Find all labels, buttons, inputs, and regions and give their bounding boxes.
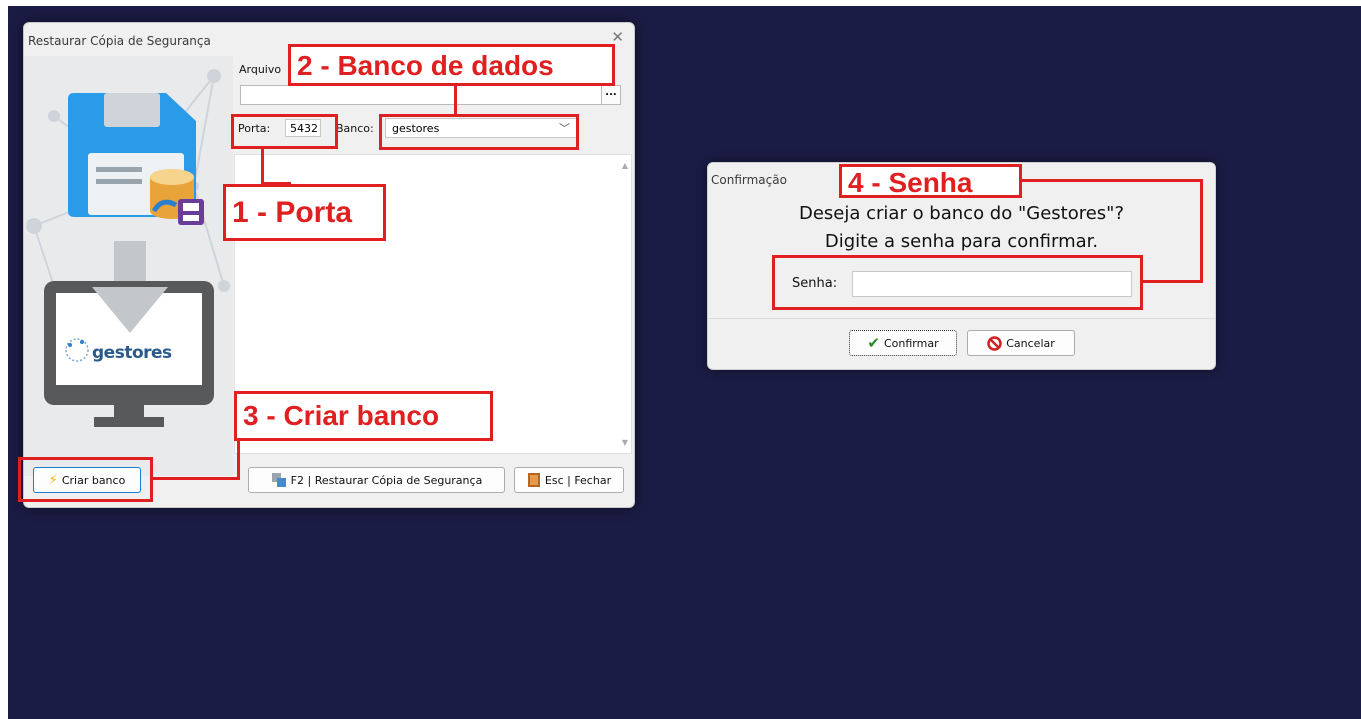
cancel-icon xyxy=(987,335,1002,351)
confirmar-label: Confirmar xyxy=(883,336,939,350)
gestores-logo-icon xyxy=(65,338,89,362)
banco-highlight xyxy=(379,114,579,150)
confirm-message-line1: Deseja criar o banco do "Gestores"? xyxy=(798,203,1125,224)
banco-annotation: 2 - Banco de dados xyxy=(288,44,615,86)
restaurar-button[interactable]: F2 | Restaurar Cópia de Segurança xyxy=(248,467,505,493)
senha-annotation: 4 - Senha xyxy=(839,164,1022,198)
porta-highlight xyxy=(231,114,338,149)
scroll-down-icon[interactable]: ▼ xyxy=(622,438,628,447)
restaurar-label: F2 | Restaurar Cópia de Segurança xyxy=(290,473,483,487)
arrow-tip-icon xyxy=(92,287,168,333)
senha-connector-h xyxy=(1022,179,1203,182)
senha-highlight xyxy=(772,255,1143,310)
exit-door-icon xyxy=(527,473,540,487)
fechar-button[interactable]: Esc | Fechar xyxy=(514,467,624,493)
porta-connector xyxy=(261,149,264,185)
divider xyxy=(708,318,1215,319)
confirm-message-line2: Digite a senha para confirmar. xyxy=(824,231,1099,252)
criar-banco-connector-h xyxy=(153,477,240,480)
scroll-up-icon[interactable]: ▲ xyxy=(622,161,628,170)
confirmar-button[interactable]: ✔ Confirmar xyxy=(849,330,957,356)
check-icon: ✔ xyxy=(867,334,880,352)
fechar-label: Esc | Fechar xyxy=(544,473,612,487)
browse-button[interactable]: ... xyxy=(601,85,621,105)
restore-icon xyxy=(271,473,286,487)
criar-banco-highlight xyxy=(18,457,153,502)
arquivo-input[interactable] xyxy=(240,85,605,105)
confirm-title: Confirmação xyxy=(711,173,787,187)
database-icon xyxy=(150,169,204,225)
banco-label: Banco: xyxy=(336,122,374,135)
cancelar-button[interactable]: Cancelar xyxy=(967,330,1075,356)
senha-connector-v xyxy=(1200,179,1203,283)
senha-connector-h2 xyxy=(1142,280,1203,283)
cancelar-label: Cancelar xyxy=(1006,336,1055,350)
dialog-title: Restaurar Cópia de Segurança xyxy=(28,34,211,48)
gestores-logo-text: gestores xyxy=(92,343,172,363)
banco-connector xyxy=(454,84,457,114)
arquivo-label: Arquivo xyxy=(239,63,282,76)
criar-banco-annotation: 3 - Criar banco xyxy=(234,391,493,441)
criar-banco-connector-v xyxy=(237,440,240,480)
porta-annotation: 1 - Porta xyxy=(223,184,386,241)
